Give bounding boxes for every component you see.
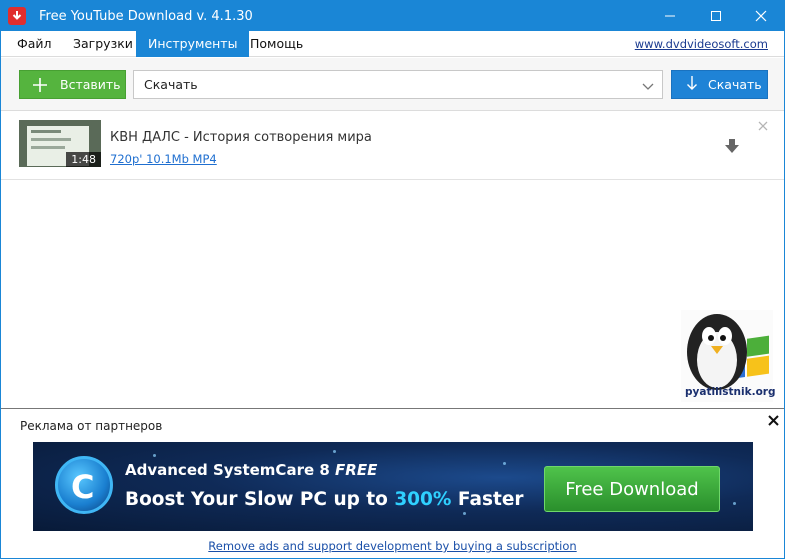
- item-download-button[interactable]: [724, 138, 740, 157]
- close-icon: [768, 415, 779, 426]
- remove-ads-link[interactable]: Remove ads and support development by bu…: [1, 539, 784, 553]
- menu-bar: Файл Загрузки Инструменты Помощь www.dvd…: [1, 31, 784, 57]
- minimize-icon: [665, 15, 675, 17]
- remove-item-button[interactable]: [758, 120, 768, 135]
- action-select-value: Скачать: [144, 77, 198, 92]
- app-window: Free YouTube Download v. 4.1.30 Файл Заг…: [0, 0, 785, 559]
- download-button-label: Скачать: [708, 77, 762, 92]
- action-select[interactable]: Скачать: [133, 70, 663, 99]
- menu-tools[interactable]: Инструменты: [136, 31, 250, 57]
- window-title: Free YouTube Download v. 4.1.30: [39, 9, 253, 24]
- ad-banner[interactable]: C Advanced SystemCare 8 FREE Boost Your …: [33, 442, 753, 531]
- download-item[interactable]: 1:48 КВН ДАЛС - История сотворения мира …: [1, 112, 784, 180]
- close-icon: [758, 121, 768, 131]
- app-download-icon: [8, 7, 26, 25]
- toolbar: Вставить Скачать Скачать: [1, 58, 784, 111]
- advanced-systemcare-logo-icon: C: [55, 456, 113, 514]
- download-list: 1:48 КВН ДАЛС - История сотворения мира …: [1, 112, 784, 408]
- paste-button-label: Вставить: [60, 77, 121, 92]
- download-arrow-icon: [725, 139, 739, 153]
- ad-section-label: Реклама от партнеров: [20, 419, 163, 433]
- video-title: КВН ДАЛС - История сотворения мира: [110, 130, 372, 145]
- banner-free-download-button[interactable]: Free Download: [544, 466, 720, 512]
- video-thumbnail[interactable]: 1:48: [19, 120, 101, 167]
- site-watermark-logo: pyatilistnik.org: [681, 310, 776, 402]
- banner-free-tag: FREE: [335, 461, 378, 479]
- close-icon: [755, 10, 767, 22]
- chevron-down-icon: [642, 80, 654, 94]
- website-link[interactable]: www.dvdvideosoft.com: [635, 37, 768, 51]
- maximize-icon: [711, 11, 721, 21]
- watermark-text: pyatilistnik.org: [685, 386, 776, 398]
- download-button[interactable]: Скачать: [671, 70, 768, 99]
- ad-area: Реклама от партнеров C Advanced SystemCa…: [1, 408, 784, 558]
- close-ad-button[interactable]: [768, 414, 779, 430]
- close-window-button[interactable]: [738, 1, 784, 31]
- minimize-button[interactable]: [647, 1, 693, 31]
- maximize-button[interactable]: [693, 1, 739, 31]
- banner-slogan: Boost Your Slow PC up to 300% Faster: [125, 489, 524, 510]
- menu-help[interactable]: Помощь: [238, 31, 315, 57]
- paste-button[interactable]: Вставить: [19, 70, 126, 99]
- title-bar[interactable]: Free YouTube Download v. 4.1.30: [1, 1, 784, 31]
- menu-file[interactable]: Файл: [5, 31, 64, 57]
- menu-downloads[interactable]: Загрузки: [61, 31, 145, 57]
- banner-product-title: Advanced SystemCare 8 FREE: [125, 461, 378, 479]
- plus-icon: [32, 77, 48, 93]
- video-format-link[interactable]: 720p' 10.1Mb MP4: [110, 152, 217, 166]
- banner-percent: 300%: [394, 489, 452, 510]
- arrow-down-icon: [686, 75, 698, 94]
- video-duration: 1:48: [66, 152, 101, 167]
